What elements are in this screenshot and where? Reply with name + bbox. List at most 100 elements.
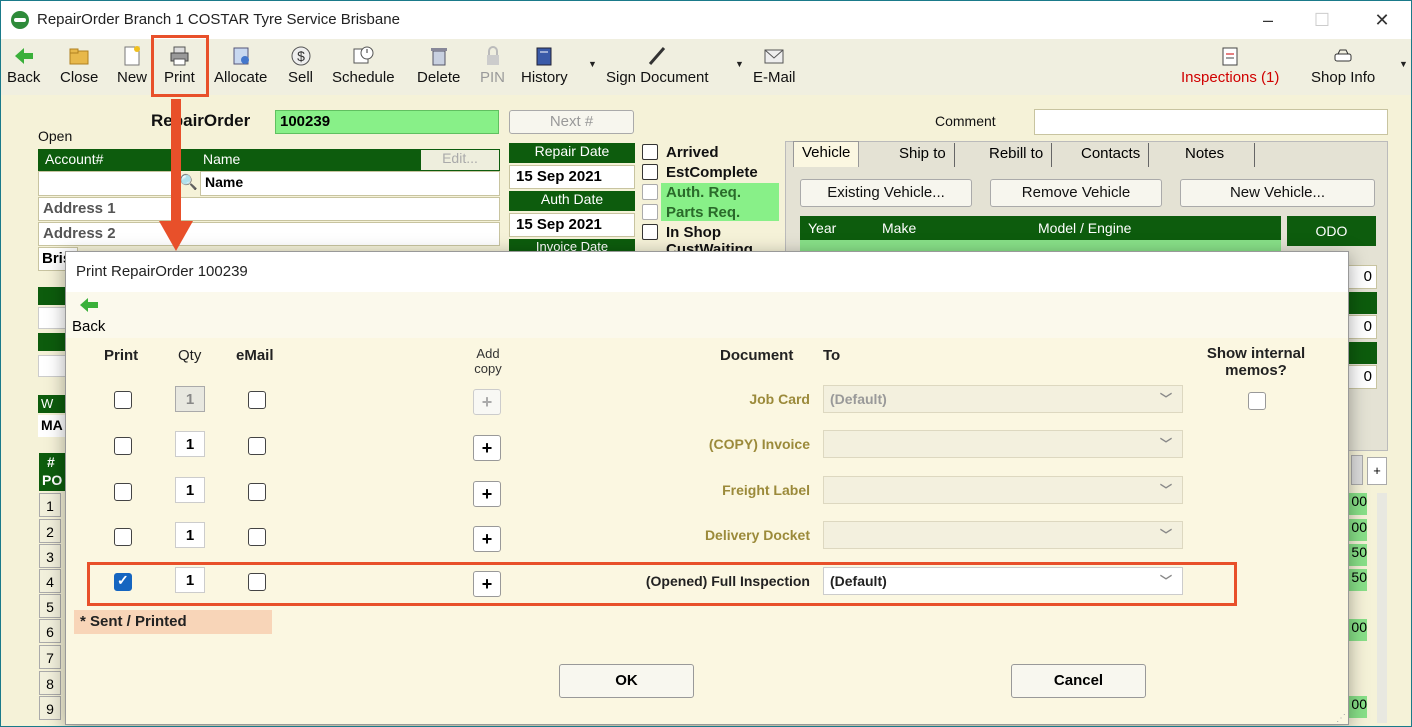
document-name: Freight Label: [722, 482, 810, 498]
cancel-button[interactable]: Cancel: [1011, 664, 1146, 698]
left-field-1[interactable]: [38, 307, 66, 329]
to-select[interactable]: (Default) ﹀: [823, 385, 1183, 413]
auth-req-checkbox[interactable]: [642, 184, 658, 200]
new-button[interactable]: New: [117, 45, 147, 86]
odo-field-2[interactable]: 0: [1347, 315, 1377, 339]
left-bar-2: [38, 333, 66, 351]
row-qty-field[interactable]: 1: [175, 522, 205, 548]
row-email-checkbox[interactable]: [248, 528, 266, 546]
row-number-5[interactable]: 5: [39, 594, 61, 618]
repair-date-field[interactable]: 15 Sep 2021: [509, 165, 635, 189]
sign-dropdown-icon[interactable]: ▼: [735, 59, 744, 69]
back-arrow-icon: [79, 298, 98, 312]
row-number-3[interactable]: 3: [39, 544, 61, 568]
row-number-9[interactable]: 9: [39, 696, 61, 720]
row-email-checkbox[interactable]: [248, 391, 266, 409]
add-copy-button[interactable]: +: [473, 389, 501, 415]
row-number-4[interactable]: 4: [39, 569, 61, 593]
pin-button[interactable]: PIN: [480, 45, 505, 86]
history-button[interactable]: History: [521, 45, 568, 86]
row-number-8[interactable]: 8: [39, 671, 61, 695]
row-print-checkbox[interactable]: [114, 528, 132, 546]
sell-label: Sell: [288, 69, 314, 86]
name-field[interactable]: Name: [200, 171, 500, 196]
row-number-2[interactable]: 2: [39, 519, 61, 543]
edit-button[interactable]: Edit...: [421, 150, 499, 170]
parts-req-checkbox[interactable]: [642, 204, 658, 220]
est-complete-checkbox[interactable]: [642, 164, 658, 180]
back-button[interactable]: Back: [7, 45, 40, 86]
to-select[interactable]: ﹀: [823, 521, 1183, 549]
minimize-button[interactable]: –: [1245, 7, 1291, 33]
row-qty-field[interactable]: 1: [175, 386, 205, 412]
close-button[interactable]: Close: [60, 45, 98, 86]
address1-field[interactable]: Address 1: [38, 197, 500, 221]
odo-field-1[interactable]: 0: [1347, 265, 1377, 289]
resize-grip-icon[interactable]: ⋰: [1336, 713, 1346, 724]
ok-button[interactable]: OK: [559, 664, 694, 698]
odo-field-3[interactable]: 0: [1347, 365, 1377, 389]
auth-date-header: Auth Date: [509, 191, 635, 211]
sign-document-button[interactable]: Sign Document: [606, 45, 709, 86]
tab-notes[interactable]: Notes: [1177, 143, 1255, 167]
grid-scrollbar[interactable]: [1377, 493, 1387, 723]
in-shop-checkbox[interactable]: [642, 224, 658, 240]
account-column-label: Account#: [45, 151, 104, 167]
sell-button[interactable]: $ Sell: [288, 45, 313, 86]
annotation-arrow-shaft: [171, 99, 181, 229]
add-copy-button[interactable]: +: [473, 435, 501, 461]
row-print-checkbox[interactable]: [114, 483, 132, 501]
row-email-checkbox[interactable]: [248, 483, 266, 501]
right-cell-2: 00: [1347, 519, 1367, 541]
inspections-button[interactable]: Inspections (1): [1181, 45, 1279, 86]
left-field-2[interactable]: [38, 355, 66, 377]
tab-contacts[interactable]: Contacts: [1073, 143, 1150, 167]
magnifier-icon[interactable]: 🔍: [179, 173, 198, 191]
arrived-checkbox[interactable]: [642, 144, 658, 160]
auth-date-field[interactable]: 15 Sep 2021: [509, 213, 635, 237]
to-select[interactable]: ﹀: [823, 476, 1183, 504]
row-print-checkbox[interactable]: [114, 437, 132, 455]
tab-ship-to[interactable]: Ship to: [891, 143, 955, 167]
tab-rebill-to[interactable]: Rebill to: [981, 143, 1053, 167]
next-number-button[interactable]: Next #: [509, 110, 634, 134]
allocate-button[interactable]: Allocate: [214, 45, 267, 86]
shop-info-button[interactable]: Shop Info: [1311, 45, 1375, 86]
row-number-6[interactable]: 6: [39, 619, 61, 643]
show-memos-checkbox[interactable]: [1248, 392, 1266, 410]
row-print-checkbox[interactable]: [114, 391, 132, 409]
grid-add-column-button[interactable]: +: [1367, 457, 1387, 485]
qty-column-header: Qty: [178, 347, 202, 364]
pin-label: PIN: [480, 69, 506, 86]
shop-info-dropdown-icon[interactable]: ▼: [1399, 59, 1408, 69]
chevron-down-icon: ﹀: [1159, 392, 1172, 406]
add-copy-button[interactable]: +: [473, 526, 501, 552]
left-ma-field[interactable]: MA: [38, 415, 66, 437]
maximize-button[interactable]: ☐: [1299, 7, 1345, 33]
new-vehicle-button[interactable]: New Vehicle...: [1180, 179, 1375, 207]
row-qty-field[interactable]: 1: [175, 431, 205, 457]
schedule-clock-icon: [352, 45, 374, 67]
dialog-back-button[interactable]: Back: [72, 296, 105, 335]
address2-field[interactable]: Address 2: [38, 222, 500, 246]
comment-field[interactable]: [1034, 109, 1388, 135]
delete-button[interactable]: Delete: [417, 45, 460, 86]
row-qty-field[interactable]: 1: [175, 477, 205, 503]
repair-order-number-field[interactable]: 100239: [275, 110, 499, 134]
status-label: Open: [38, 128, 73, 144]
row-email-checkbox[interactable]: [248, 437, 266, 455]
to-select[interactable]: ﹀: [823, 430, 1183, 458]
close-window-button[interactable]: ✕: [1359, 7, 1405, 33]
new-label: New: [117, 69, 148, 86]
row-number-1[interactable]: 1: [39, 493, 61, 517]
schedule-button[interactable]: Schedule: [332, 45, 395, 86]
add-copy-button[interactable]: +: [473, 481, 501, 507]
document-name: (COPY) Invoice: [708, 436, 810, 452]
history-dropdown-icon[interactable]: ▼: [588, 59, 597, 69]
remove-vehicle-button[interactable]: Remove Vehicle: [990, 179, 1162, 207]
account-field[interactable]: [38, 171, 178, 196]
existing-vehicle-button[interactable]: Existing Vehicle...: [800, 179, 972, 207]
row-number-7[interactable]: 7: [39, 645, 61, 669]
email-button[interactable]: E-Mail: [753, 45, 796, 86]
tab-vehicle[interactable]: Vehicle: [793, 141, 860, 167]
